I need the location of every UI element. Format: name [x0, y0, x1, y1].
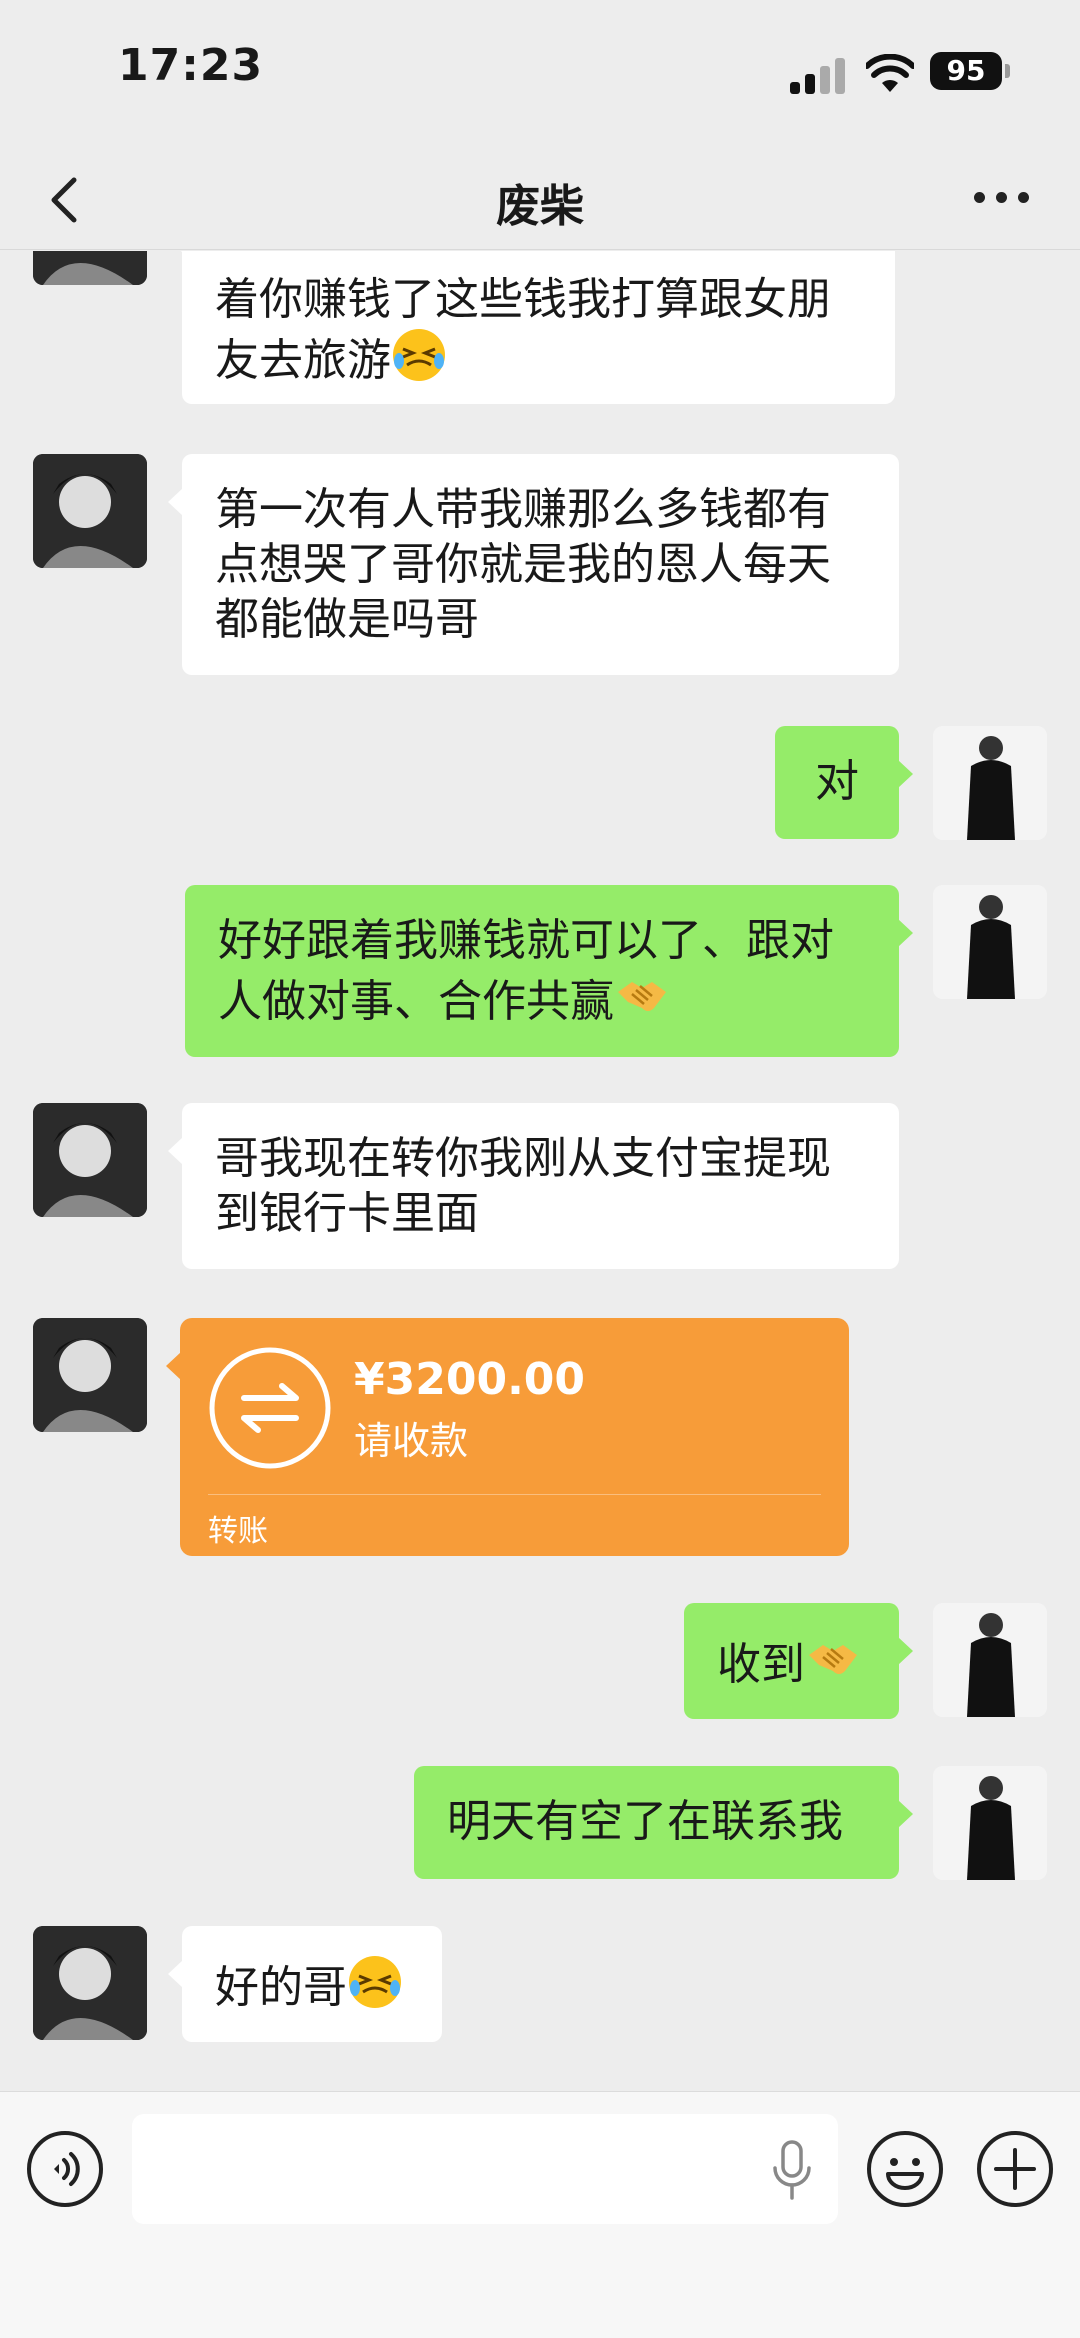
avatar-contact[interactable]	[33, 1103, 147, 1217]
avatar-self[interactable]	[933, 885, 1047, 999]
message-bubble-incoming[interactable]: 第一次有人带我赚那么多钱都有点想哭了哥你就是我的恩人每天都能做是吗哥	[168, 454, 899, 675]
handshake-emoji-icon	[618, 982, 666, 1011]
tears-of-joy-emoji-icon	[349, 1956, 401, 2008]
avatar-self[interactable]	[933, 1766, 1047, 1880]
transfer-amount: ¥3200.00	[354, 1354, 586, 1405]
avatar-self[interactable]	[933, 1603, 1047, 1717]
transfer-label: 转账	[208, 1514, 268, 1549]
emoji-picker-icon[interactable]	[866, 2130, 944, 2208]
message-bubble-incoming[interactable]: 好的哥	[168, 1926, 442, 2042]
message-text: 收到	[717, 1639, 861, 1690]
message-text: 第一次有人带我赚那么多钱都有点想哭了哥你就是我的恩人每天都能做是吗哥	[215, 484, 831, 645]
message-bubble-outgoing[interactable]: 对	[775, 726, 913, 839]
message-bubble-incoming[interactable]: 哥我现在转你我刚从支付宝提现到银行卡里面	[168, 1103, 899, 1269]
voice-input-icon[interactable]	[26, 2130, 104, 2208]
wifi-icon	[866, 54, 914, 92]
avatar-contact[interactable]	[33, 1318, 147, 1432]
status-bar: 17:23 95	[0, 0, 1080, 150]
message-text: 着你赚钱了这些钱我打算跟女朋友去旅游	[215, 274, 831, 386]
status-time: 17:23	[118, 40, 264, 91]
more-options-icon[interactable]	[972, 186, 1032, 210]
message-text: 好的哥	[215, 1956, 403, 2013]
battery-indicator: 95	[930, 52, 1002, 90]
message-text: 对	[815, 756, 859, 807]
message-text: 明天有空了在联系我	[447, 1796, 843, 1847]
nav-bar: 废柴	[0, 150, 1080, 250]
avatar-contact[interactable]	[33, 251, 147, 285]
handshake-emoji-icon	[809, 1645, 857, 1674]
more-actions-plus-icon[interactable]	[976, 2130, 1054, 2208]
message-bubble-outgoing[interactable]: 好好跟着我赚钱就可以了、跟对人做对事、合作共赢	[185, 885, 913, 1057]
avatar-contact[interactable]	[33, 454, 147, 568]
battery-cap	[1005, 64, 1010, 78]
chat-history[interactable]: 着你赚钱了这些钱我打算跟女朋友去旅游 第一次有人带我赚那么多钱都有点想哭了哥你就…	[0, 251, 1080, 2091]
message-input[interactable]	[132, 2114, 838, 2224]
avatar-contact[interactable]	[33, 1926, 147, 2040]
message-bubble-outgoing[interactable]: 明天有空了在联系我	[414, 1766, 913, 1879]
transfer-note: 请收款	[354, 1419, 469, 1463]
cellular-signal-icon	[790, 58, 846, 94]
input-bar	[0, 2091, 1080, 2338]
message-text: 好好跟着我赚钱就可以了、跟对人做对事、合作共赢	[218, 915, 834, 1027]
divider	[208, 1494, 821, 1495]
message-bubble-incoming[interactable]: 着你赚钱了这些钱我打算跟女朋友去旅游	[168, 251, 895, 404]
message-text: 哥我现在转你我刚从支付宝提现到银行卡里面	[215, 1133, 831, 1239]
microphone-icon[interactable]	[770, 2138, 814, 2202]
message-bubble-outgoing[interactable]: 收到	[684, 1603, 913, 1719]
chat-title: 废柴	[496, 181, 584, 232]
tears-of-joy-emoji-icon	[393, 329, 445, 381]
transfer-arrows-icon	[209, 1347, 331, 1469]
avatar-self[interactable]	[933, 726, 1047, 840]
transfer-card[interactable]: ¥3200.00 请收款 转账	[166, 1318, 849, 1556]
